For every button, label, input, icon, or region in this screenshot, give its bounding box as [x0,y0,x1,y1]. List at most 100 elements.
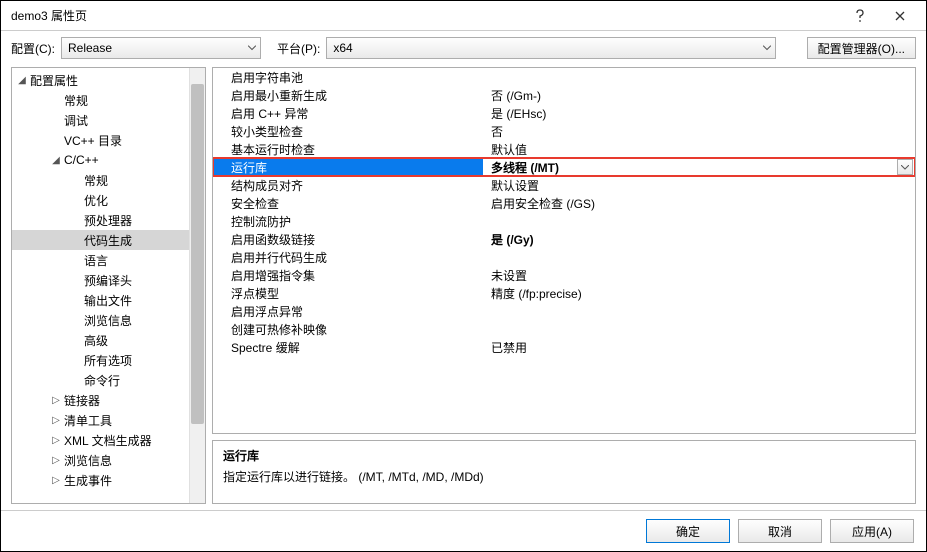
tree-item[interactable]: ◢C/C++ [12,150,189,170]
tree-item[interactable]: 优化 [12,190,189,210]
tree-item[interactable]: 浏览信息 [12,310,189,330]
close-button[interactable] [880,1,920,31]
property-name: 启用 C++ 异常 [213,105,483,122]
config-select[interactable]: Release [61,37,261,59]
platform-select[interactable]: x64 [326,37,776,59]
property-row[interactable]: 控制流防护 [213,212,915,230]
property-row[interactable]: 启用浮点异常 [213,302,915,320]
property-row[interactable]: 浮点模型精度 (/fp:precise) [213,284,915,302]
triangle-right-icon: ▷ [50,435,62,446]
tree-item-label: 调试 [62,112,88,129]
tree-item-label: VC++ 目录 [62,132,122,149]
property-value: 精度 (/fp:precise) [483,285,915,302]
tree-item-label: 语言 [82,252,108,269]
config-toolbar: 配置(C): Release 平台(P): x64 配置管理器(O)... [1,31,926,65]
tree-item-label: 所有选项 [82,352,132,369]
triangle-down-icon: ◢ [16,75,28,86]
property-value: 已禁用 [483,339,915,356]
tree-item[interactable]: ▷浏览信息 [12,450,189,470]
tree-item-label: 浏览信息 [62,452,112,469]
question-icon [855,9,865,23]
property-value: 是 (/Gy) [483,231,915,248]
tree-item[interactable]: VC++ 目录 [12,130,189,150]
tree-item[interactable]: ▷XML 文档生成器 [12,430,189,450]
property-name: 创建可热修补映像 [213,321,483,338]
property-value: 多线程 (/MT) [483,159,915,176]
dropdown-button[interactable] [897,159,913,175]
config-value: Release [68,41,112,55]
tree-item[interactable]: 预编译头 [12,270,189,290]
tree-item-label: 输出文件 [82,292,132,309]
property-name: Spectre 缓解 [213,339,483,356]
property-value: 否 [483,123,915,140]
property-name: 启用字符串池 [213,69,483,86]
property-row[interactable]: 启用并行代码生成 [213,248,915,266]
property-name: 运行库 [213,159,483,176]
tree-item[interactable]: ▷生成事件 [12,470,189,490]
config-manager-button[interactable]: 配置管理器(O)... [807,37,916,59]
property-row[interactable]: 结构成员对齐默认设置 [213,176,915,194]
cancel-button[interactable]: 取消 [738,519,822,543]
tree-item-label: 浏览信息 [82,312,132,329]
scrollbar[interactable] [189,68,205,503]
triangle-down-icon: ◢ [50,155,62,166]
titlebar: demo3 属性页 [1,1,926,31]
property-name: 启用增强指令集 [213,267,483,284]
description-text: 指定运行库以进行链接。 (/MT, /MTd, /MD, /MDd) [223,468,905,485]
property-name: 浮点模型 [213,285,483,302]
tree-panel: ◢配置属性常规调试VC++ 目录◢C/C++常规优化预处理器代码生成语言预编译头… [11,67,206,504]
tree-item[interactable]: 高级 [12,330,189,350]
content-area: ◢配置属性常规调试VC++ 目录◢C/C++常规优化预处理器代码生成语言预编译头… [1,65,926,510]
property-name: 启用浮点异常 [213,303,483,320]
property-name: 启用函数级链接 [213,231,483,248]
property-row[interactable]: 基本运行时检查默认值 [213,140,915,158]
property-row[interactable]: 安全检查启用安全检查 (/GS) [213,194,915,212]
property-row[interactable]: 运行库多线程 (/MT) [213,158,915,176]
chevron-down-icon [763,46,771,51]
property-value: 默认设置 [483,177,915,194]
property-name: 安全检查 [213,195,483,212]
property-tree[interactable]: ◢配置属性常规调试VC++ 目录◢C/C++常规优化预处理器代码生成语言预编译头… [12,68,189,503]
tree-item[interactable]: 所有选项 [12,350,189,370]
triangle-right-icon: ▷ [50,395,62,406]
property-grid[interactable]: 启用字符串池启用最小重新生成否 (/Gm-)启用 C++ 异常是 (/EHsc)… [212,67,916,434]
tree-item[interactable]: 预处理器 [12,210,189,230]
close-icon [895,11,905,21]
tree-item[interactable]: ▷清单工具 [12,410,189,430]
tree-item[interactable]: 代码生成 [12,230,189,250]
property-row[interactable]: 启用增强指令集未设置 [213,266,915,284]
triangle-right-icon: ▷ [50,455,62,466]
property-row[interactable]: 启用字符串池 [213,68,915,86]
property-row[interactable]: 较小类型检查否 [213,122,915,140]
property-row[interactable]: 启用函数级链接是 (/Gy) [213,230,915,248]
tree-item-label: 高级 [82,332,108,349]
window-title: demo3 属性页 [11,7,840,24]
tree-item[interactable]: 输出文件 [12,290,189,310]
tree-root[interactable]: ◢配置属性 [12,70,189,90]
tree-item[interactable]: 常规 [12,90,189,110]
tree-item-label: 链接器 [62,392,100,409]
property-value: 默认值 [483,141,915,158]
property-row[interactable]: 启用 C++ 异常是 (/EHsc) [213,104,915,122]
property-row[interactable]: 启用最小重新生成否 (/Gm-) [213,86,915,104]
description-title: 运行库 [223,447,905,464]
help-button[interactable] [840,1,880,31]
tree-item[interactable]: 命令行 [12,370,189,390]
apply-button[interactable]: 应用(A) [830,519,914,543]
tree-item[interactable]: 语言 [12,250,189,270]
tree-item[interactable]: ▷链接器 [12,390,189,410]
property-name: 基本运行时检查 [213,141,483,158]
scrollbar-thumb[interactable] [191,84,204,424]
tree-item-label: 常规 [62,92,88,109]
tree-item[interactable]: 常规 [12,170,189,190]
chevron-down-icon [901,165,909,170]
tree-item[interactable]: 调试 [12,110,189,130]
platform-value: x64 [333,41,352,55]
property-row[interactable]: 创建可热修补映像 [213,320,915,338]
config-label: 配置(C): [11,40,55,57]
property-row[interactable]: Spectre 缓解已禁用 [213,338,915,356]
ok-button[interactable]: 确定 [646,519,730,543]
tree-item-label: 优化 [82,192,108,209]
tree-item-label: 预处理器 [82,212,132,229]
property-name: 结构成员对齐 [213,177,483,194]
